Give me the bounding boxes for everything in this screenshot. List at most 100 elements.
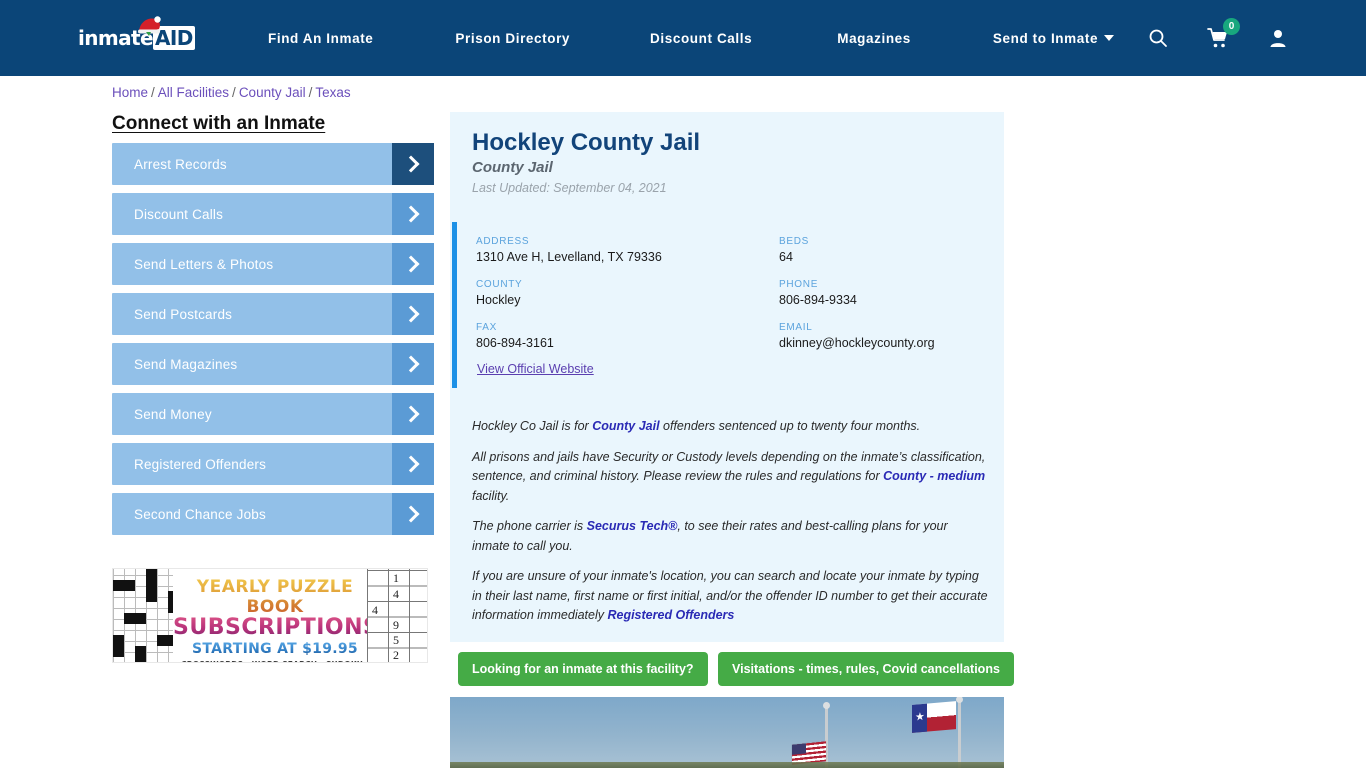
us-flag-pole-cap bbox=[823, 702, 830, 709]
main-navigation: Find An Inmate Prison Directory Discount… bbox=[268, 0, 1115, 76]
chevron-down-icon bbox=[1104, 34, 1115, 41]
nav-send-to-inmate[interactable]: Send to Inmate bbox=[992, 30, 1115, 46]
chevron-right-icon bbox=[392, 493, 434, 535]
breadcrumb-separator-3: / bbox=[308, 85, 313, 100]
inmate-search-button[interactable]: Looking for an inmate at this facility? bbox=[458, 652, 708, 686]
sudoku-digit: 1 bbox=[393, 571, 399, 585]
ad-text-block: YEARLY PUZZLE BOOK SUBSCRIPTIONS STARTIN… bbox=[173, 569, 380, 662]
breadcrumb: Home / All Facilities / County Jail / Texas bbox=[112, 85, 351, 100]
facility-last-updated: Last Updated: September 04, 2021 bbox=[472, 181, 667, 195]
field-email: EMAIL dkinney@hockleycounty.org bbox=[779, 322, 999, 350]
field-fax: FAX 806-894-3161 bbox=[476, 322, 726, 350]
chevron-right-icon bbox=[392, 243, 434, 285]
field-label: PHONE bbox=[779, 279, 819, 290]
field-value: 64 bbox=[779, 250, 793, 264]
sidebar-item-send-money[interactable]: Send Money bbox=[112, 393, 434, 435]
sidebar-item-label: Send Postcards bbox=[134, 306, 233, 322]
texas-flag-icon: ★ bbox=[912, 701, 956, 733]
field-label: ADDRESS bbox=[476, 236, 530, 247]
description-paragraph-4: If you are unsure of your inmate's locat… bbox=[472, 567, 988, 626]
search-icon bbox=[1149, 29, 1167, 47]
sidebar-item-label: Registered Offenders bbox=[134, 456, 267, 472]
cart-button[interactable]: 0 bbox=[1196, 16, 1240, 60]
desc-p1-text-b: offenders sentenced up to twenty four mo… bbox=[659, 419, 921, 433]
site-header: inmate AID Find An Inmate Prison Director… bbox=[0, 0, 1366, 76]
sidebar-item-second-chance-jobs[interactable]: Second Chance Jobs bbox=[112, 493, 434, 535]
desc-p1-text-a: Hockley Co Jail is for bbox=[472, 419, 593, 433]
field-label: COUNTY bbox=[476, 279, 523, 290]
breadcrumb-separator-2: / bbox=[232, 85, 236, 100]
breadcrumb-all-facilities[interactable]: All Facilities bbox=[158, 85, 229, 100]
sidebar-item-label: Send Letters & Photos bbox=[134, 256, 274, 272]
view-official-website-link[interactable]: View Official Website bbox=[477, 362, 594, 376]
link-county-jail[interactable]: County Jail bbox=[592, 419, 659, 433]
sudoku-grid-graphic: 1 4 4 9 5 2 bbox=[367, 569, 427, 662]
breadcrumb-home[interactable]: Home bbox=[112, 85, 148, 100]
description-paragraph-3: The phone carrier is Securus Tech®, to s… bbox=[472, 517, 988, 556]
puzzle-book-ad-banner[interactable]: YEARLY PUZZLE BOOK SUBSCRIPTIONS STARTIN… bbox=[112, 568, 428, 663]
field-value: 1310 Ave H, Levelland, TX 79336 bbox=[476, 250, 662, 264]
link-county-medium[interactable]: County - medium bbox=[883, 469, 985, 483]
field-label: EMAIL bbox=[779, 322, 813, 333]
nav-find-an-inmate[interactable]: Find An Inmate bbox=[268, 31, 373, 46]
field-label: BEDS bbox=[779, 236, 810, 247]
ad-line-1: YEARLY PUZZLE BOOK bbox=[173, 577, 377, 617]
desc-p3-text-a: The phone carrier is bbox=[472, 519, 587, 533]
description-paragraph-2: All prisons and jails have Security or C… bbox=[472, 448, 988, 507]
sidebar-item-label: Discount Calls bbox=[134, 206, 224, 222]
field-phone: PHONE 806-894-9334 bbox=[779, 279, 999, 307]
chevron-right-icon bbox=[392, 193, 434, 235]
breadcrumb-texas[interactable]: Texas bbox=[315, 85, 350, 100]
breadcrumb-county-jail[interactable]: County Jail bbox=[239, 85, 306, 100]
link-securus-tech[interactable]: Securus Tech® bbox=[587, 519, 678, 533]
field-county: COUNTY Hockley bbox=[476, 279, 726, 307]
photo-ground bbox=[450, 762, 1004, 768]
ad-line-2: SUBSCRIPTIONS bbox=[173, 615, 380, 640]
field-beds: BEDS 64 bbox=[779, 236, 999, 264]
sidebar-item-arrest-records[interactable]: Arrest Records bbox=[112, 143, 434, 185]
nav-discount-calls[interactable]: Discount Calls bbox=[650, 31, 752, 46]
chevron-right-icon bbox=[392, 443, 434, 485]
ad-line-4: CROSSWORDS · WORD SEARCH · SUDOKU · BRAI… bbox=[173, 660, 377, 662]
nav-magazines[interactable]: Magazines bbox=[837, 31, 911, 46]
chevron-right-icon bbox=[392, 393, 434, 435]
ad-line-3: STARTING AT $19.95 bbox=[173, 641, 377, 657]
visitation-info-button[interactable]: Visitations - times, rules, Covid cancel… bbox=[718, 652, 1014, 686]
chevron-right-icon bbox=[392, 143, 434, 185]
chevron-right-icon bbox=[392, 343, 434, 385]
sidebar-menu: Arrest Records Discount Calls Send Lette… bbox=[112, 143, 434, 543]
sidebar-item-send-letters-photos[interactable]: Send Letters & Photos bbox=[112, 243, 434, 285]
facility-details-left-column: ADDRESS 1310 Ave H, Levelland, TX 79336 … bbox=[476, 236, 726, 365]
field-value: 806-894-3161 bbox=[476, 336, 554, 350]
sudoku-digit: 5 bbox=[393, 633, 399, 647]
accent-bar bbox=[452, 222, 457, 388]
field-value: Hockley bbox=[476, 293, 521, 307]
field-address: ADDRESS 1310 Ave H, Levelland, TX 79336 bbox=[476, 236, 726, 264]
nav-prison-directory[interactable]: Prison Directory bbox=[455, 31, 570, 46]
sidebar-item-send-magazines[interactable]: Send Magazines bbox=[112, 343, 434, 385]
search-button[interactable] bbox=[1136, 16, 1180, 60]
user-account-icon bbox=[1270, 30, 1286, 47]
desc-p2-text-b: facility. bbox=[472, 488, 510, 503]
sidebar-item-label: Arrest Records bbox=[134, 156, 227, 172]
sidebar-item-label: Send Money bbox=[134, 406, 212, 422]
link-registered-offenders[interactable]: Registered Offenders bbox=[607, 608, 734, 622]
facility-info-panel: Hockley County Jail County Jail Last Upd… bbox=[450, 112, 1004, 642]
sidebar-item-registered-offenders[interactable]: Registered Offenders bbox=[112, 443, 434, 485]
site-logo[interactable]: inmate AID bbox=[78, 16, 195, 54]
nav-send-to-inmate-label: Send to Inmate bbox=[992, 30, 1099, 46]
facility-details-right-column: BEDS 64 PHONE 806-894-9334 EMAIL dkinney… bbox=[779, 236, 999, 365]
sudoku-digit: 4 bbox=[372, 603, 378, 617]
field-value: 806-894-9334 bbox=[779, 293, 857, 307]
logo-word-inmate: inmate bbox=[78, 26, 154, 50]
sidebar-item-send-postcards[interactable]: Send Postcards bbox=[112, 293, 434, 335]
field-value: dkinney@hockleycounty.org bbox=[779, 336, 935, 350]
account-button[interactable] bbox=[1256, 16, 1300, 60]
sudoku-digit: 9 bbox=[393, 618, 399, 632]
facility-type: County Jail bbox=[472, 159, 553, 176]
logo-word-aid: AID bbox=[152, 26, 195, 50]
field-label: FAX bbox=[476, 322, 497, 333]
sidebar-item-discount-calls[interactable]: Discount Calls bbox=[112, 193, 434, 235]
facility-photo: ★ bbox=[450, 697, 1004, 768]
description-paragraph-1: Hockley Co Jail is for County Jail offen… bbox=[472, 417, 988, 437]
